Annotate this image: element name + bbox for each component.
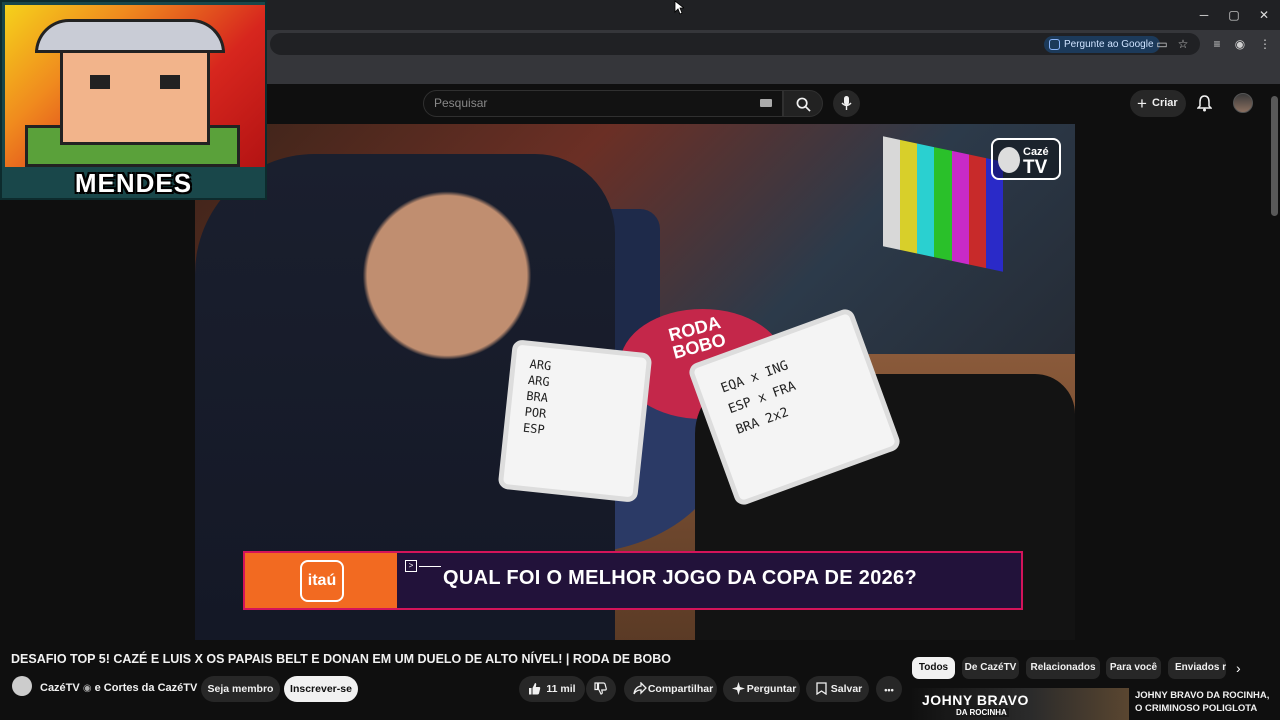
watermark-line2: TV	[1023, 157, 1048, 178]
tv-color-bar	[883, 136, 901, 250]
share-icon	[633, 682, 647, 695]
channel-collab[interactable]: e Cortes da CazéTV	[92, 682, 198, 694]
verified-icon: ◉	[82, 683, 92, 694]
join-button[interactable]: Seja membro	[201, 676, 280, 702]
tv-color-bar	[900, 139, 918, 254]
channel-name[interactable]: CazéTV ◉ e Cortes da CazéTV	[40, 682, 197, 694]
thumbnail-text-1: JOHNY BRAVO	[922, 692, 1029, 708]
tv-color-bar	[951, 150, 969, 265]
minimize-icon[interactable]: ─	[1195, 6, 1213, 24]
chip-de-cazetv[interactable]: De CazéTV	[962, 657, 1019, 679]
keyboard-icon[interactable]	[760, 99, 772, 107]
channel-name-main[interactable]: CazéTV	[40, 682, 80, 694]
like-count: 11 mil	[546, 683, 576, 695]
lower-third-question: QUAL FOI O MELHOR JOGO DA COPA DE 2026?	[443, 567, 917, 589]
subscribe-label: Inscrever-se	[290, 683, 352, 695]
dislike-button[interactable]	[586, 676, 616, 702]
thumbs-down-icon	[594, 682, 607, 695]
ask-label: Perguntar	[746, 683, 797, 695]
restore-icon[interactable]: ▢	[1225, 6, 1243, 24]
tv-color-bar	[934, 147, 952, 261]
google-lens-icon	[1049, 39, 1060, 50]
subscribe-button[interactable]: Inscrever-se	[284, 676, 358, 702]
tv-color-bar	[968, 154, 986, 269]
video-title: DESAFIO TOP 5! CAZÉ E LUIS X OS PAPAIS B…	[11, 652, 672, 666]
save-label: Salvar	[830, 683, 863, 695]
avatar-eye	[90, 75, 110, 89]
lower-third-banner: itaú > QUAL FOI O MELHOR JOGO DA COPA DE…	[243, 551, 1023, 610]
sponsor-box: itaú	[245, 553, 397, 608]
search-icon	[796, 97, 811, 112]
profile-icon[interactable]: ◉	[1233, 37, 1247, 51]
voice-search-button[interactable]	[833, 90, 860, 117]
play-icon: >	[405, 560, 417, 572]
share-button[interactable]: Compartilhar	[624, 676, 717, 702]
plus-icon: +	[1137, 94, 1147, 113]
reading-list-icon[interactable]: ≡	[1210, 37, 1224, 51]
ask-button[interactable]: Perguntar	[723, 676, 800, 702]
chip-relacionados[interactable]: Relacionados	[1026, 657, 1100, 679]
create-label: Criar	[1152, 97, 1178, 109]
more-actions-button[interactable]: •••	[876, 676, 902, 702]
video-player[interactable]: RODA BOBO Cazé TV ARG ARG BRA POR ESP EQA x …	[195, 124, 1075, 640]
tv-color-bar	[917, 143, 935, 258]
mouse-cursor-icon	[674, 0, 684, 15]
cazetv-watermark: Cazé TV	[991, 138, 1061, 180]
bookmark-star-icon[interactable]: ☆	[1176, 37, 1190, 51]
tv-color-bars	[883, 136, 1003, 272]
streamer-name: MENDES	[74, 168, 193, 198]
thumbnail-text-2: DA ROCINHA	[954, 708, 1009, 717]
chip-enviados[interactable]: Enviados re	[1168, 657, 1226, 679]
save-button[interactable]: Salvar	[806, 676, 869, 702]
chip-todos[interactable]: Todos	[912, 657, 955, 679]
bookmark-icon	[816, 682, 827, 695]
more-actions-icon: •••	[884, 685, 894, 695]
create-button[interactable]: + Criar	[1130, 90, 1186, 117]
streamer-overlay: MENDES	[0, 0, 267, 200]
like-button[interactable]: 11 mil	[519, 676, 585, 702]
install-app-icon[interactable]: ▭	[1155, 37, 1169, 51]
browser-menu-icon[interactable]: ⋮	[1258, 37, 1272, 51]
avatar-cap	[35, 19, 225, 53]
sparkle-icon	[732, 682, 745, 695]
channel-avatar[interactable]	[12, 676, 32, 696]
ask-google-button[interactable]: Pergunte ao Google	[1044, 36, 1160, 53]
ask-google-label: Pergunte ao Google	[1064, 39, 1154, 50]
search-button[interactable]	[783, 90, 823, 117]
banner-divider	[419, 566, 441, 567]
itau-logo: itaú	[300, 560, 344, 602]
mascot-icon	[998, 147, 1020, 173]
search-placeholder: Pesquisar	[434, 96, 488, 110]
account-avatar[interactable]	[1233, 93, 1253, 113]
close-icon[interactable]: ✕	[1255, 6, 1273, 24]
page-scrollbar[interactable]	[1271, 96, 1278, 216]
join-label: Seja membro	[207, 683, 274, 695]
share-label: Compartilhar	[647, 683, 714, 695]
whiteboard-left: ARG ARG BRA POR ESP	[497, 339, 653, 503]
recommended-thumbnail[interactable]: JOHNY BRAVO DA ROCINHA	[912, 688, 1129, 720]
recommended-title[interactable]: JOHNY BRAVO DA ROCINHA, O CRIMINOSO POLI…	[1135, 689, 1275, 715]
avatar-eye	[160, 75, 180, 89]
chevron-right-icon[interactable]: ›	[1236, 660, 1241, 676]
search-input[interactable]: Pesquisar	[423, 90, 783, 117]
thumbs-up-icon	[529, 683, 541, 695]
pixel-avatar-art	[5, 5, 265, 167]
chip-para-voce[interactable]: Para você	[1106, 657, 1161, 679]
microphone-icon	[841, 96, 852, 110]
notifications-bell-icon[interactable]	[1197, 95, 1212, 112]
